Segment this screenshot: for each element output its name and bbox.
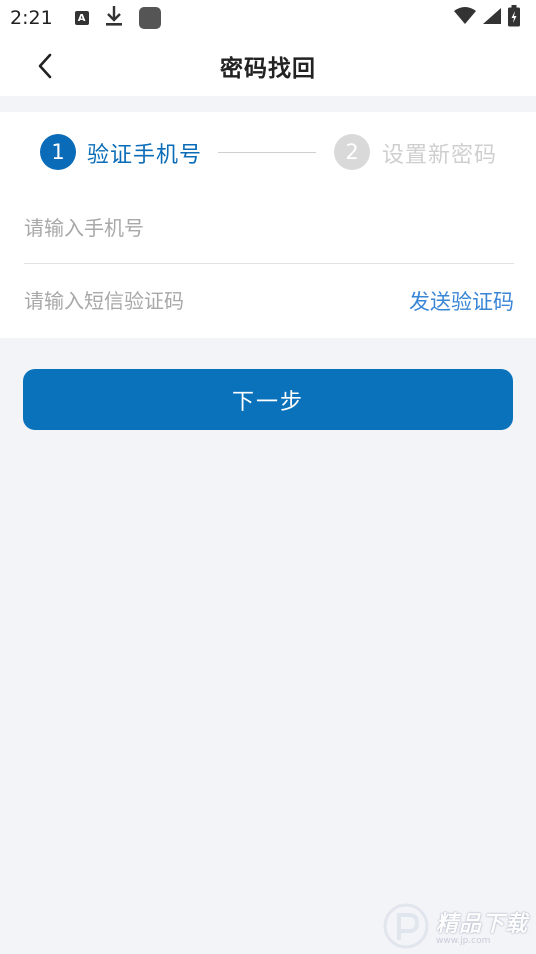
signal-icon (482, 7, 502, 29)
step-indicator: 1 验证手机号 2 设置新密码 (0, 112, 536, 192)
status-right-icons (454, 5, 520, 31)
status-bar: 2:21 A (0, 0, 536, 36)
status-time: 2:21 (10, 7, 53, 29)
chevron-left-icon (38, 53, 52, 79)
a-icon: A (74, 11, 89, 25)
phone-row (24, 192, 514, 264)
recovery-form: 发送验证码 (0, 192, 536, 338)
watermark: 精品下载 www.jp.com (382, 902, 528, 950)
page-title: 密码找回 (220, 56, 316, 82)
next-step-button[interactable]: 下一步 (23, 369, 513, 430)
phone-input[interactable] (24, 192, 514, 263)
watermark-logo-icon (383, 903, 429, 949)
battery-icon (508, 5, 520, 31)
send-code-button[interactable]: 发送验证码 (409, 286, 514, 316)
watermark-title: 精品下载 (435, 912, 528, 937)
step-1-circle: 1 (40, 134, 76, 170)
step-connector-line (218, 152, 316, 153)
sms-code-row: 发送验证码 (24, 265, 514, 337)
step-1-label: 验证手机号 (87, 143, 203, 168)
download-icon (105, 5, 123, 31)
sms-code-input[interactable] (24, 265, 409, 337)
app-square-icon (138, 7, 161, 29)
watermark-url: www.jp.com (435, 936, 491, 946)
step-2-label: 设置新密码 (382, 143, 498, 168)
header: 密码找回 (0, 36, 536, 96)
wifi-icon (454, 7, 476, 29)
step-2-circle: 2 (334, 134, 370, 170)
back-button[interactable] (28, 48, 62, 84)
status-left-icons: A (74, 5, 161, 31)
